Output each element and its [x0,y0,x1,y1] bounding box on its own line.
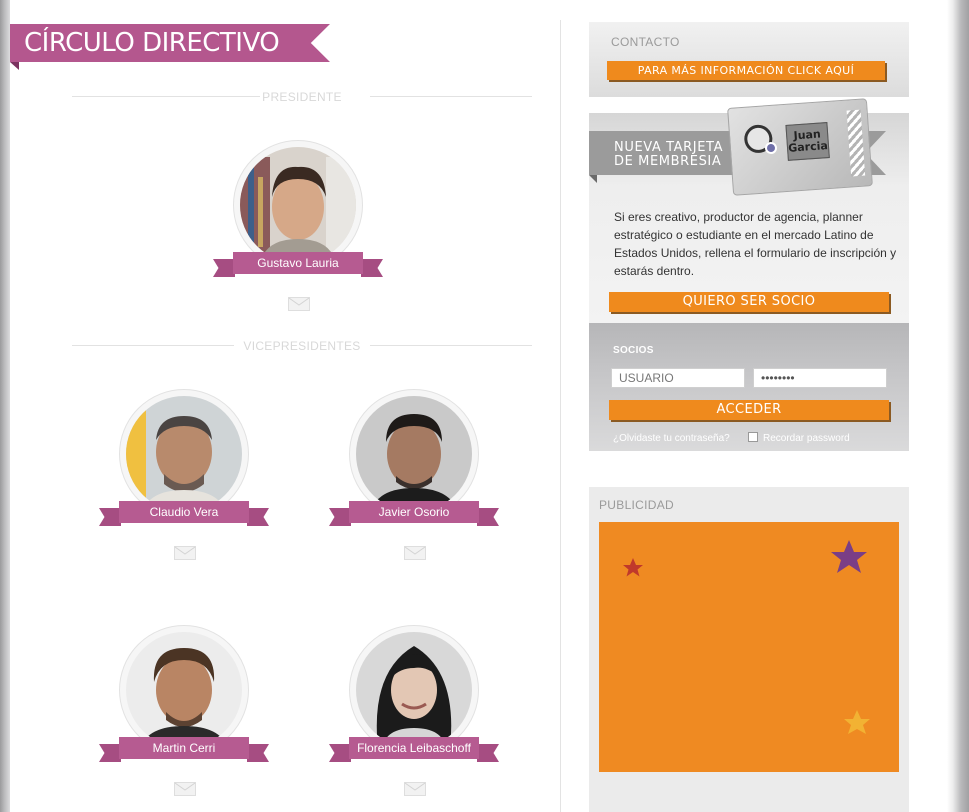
join-button[interactable]: QUIERO SER SOCIO [609,292,889,312]
window-frame-right [947,0,969,812]
name-ribbon: Claudio Vera [99,501,269,526]
person-card-president: Gustavo Lauria [213,140,383,280]
envelope-icon[interactable] [404,546,426,560]
card-logo-dot [764,141,778,155]
banner-line-1: NUEVA TARJETA [614,140,724,155]
avatar-frame [119,625,249,755]
avatar-frame [233,140,363,270]
envelope-icon[interactable] [404,782,426,796]
avatar-photo[interactable] [356,632,472,748]
login-submit-button[interactable]: ACCEDER [609,400,889,420]
person-name[interactable]: Gustavo Lauria [233,252,363,274]
login-label: SOCIOS [613,345,654,356]
membership-description: Si eres creativo, productor de agencia, … [614,210,897,278]
membership-banner-fold [589,175,597,183]
ribbon-tail-left [329,508,351,526]
ribbon-tail-right [477,508,499,526]
name-ribbon: Martin Cerri [99,737,269,762]
star-icon [831,540,867,573]
card-name-last: Garcia [787,139,829,155]
star-icon [623,558,643,577]
membership-banner-text: NUEVA TARJETA DE MEMBRESIA [614,141,723,169]
advertising-box: PUBLICIDAD [589,487,909,812]
name-ribbon: Florencia Leibaschoff [329,737,499,762]
remember-checkbox[interactable] [748,432,758,442]
username-field[interactable]: USUARIO [611,368,745,388]
envelope-icon[interactable] [174,546,196,560]
avatar-photo[interactable] [356,396,472,512]
section-label-president: PRESIDENTE [262,90,342,104]
more-info-button[interactable]: PARA MÁS INFORMACIÓN CLICK AQUÍ [607,61,885,80]
avatar-photo[interactable] [126,632,242,748]
advertising-label: PUBLICIDAD [599,498,675,512]
ribbon-tail-left [99,508,121,526]
person-name[interactable]: Martin Cerri [119,737,249,759]
window-frame-left [0,0,10,812]
ribbon-tail-right [477,744,499,762]
ribbon-tail-left [99,744,121,762]
remember-label: Recordar password [763,433,850,444]
password-field[interactable]: •••••••• [753,368,887,388]
contact-label: CONTACTO [611,35,680,49]
avatar-photo[interactable] [240,147,356,263]
ribbon-tail-right [247,508,269,526]
column-divider [560,20,561,812]
card-stripes [846,109,866,177]
ribbon-tail-right [247,744,269,762]
remember-password[interactable]: Recordar password [748,432,850,444]
card-name: Juan Garcia [785,122,830,161]
envelope-icon[interactable] [174,782,196,796]
membership-box: NUEVA TARJETA DE MEMBRESIA Juan Garcia S… [589,98,909,451]
title-ribbon-fold [10,62,19,70]
section-label-vicepresidents: VICEPRESIDENTES [243,339,361,353]
page-title-banner: CÍRCULO DIRECTIVO [10,24,330,70]
advertising-banner[interactable] [599,522,899,772]
person-card-vp: Claudio Vera [99,389,269,529]
avatar-photo[interactable] [126,396,242,512]
avatar-frame [349,389,479,519]
envelope-icon[interactable] [288,297,310,311]
person-name[interactable]: Javier Osorio [349,501,479,523]
person-name[interactable]: Claudio Vera [119,501,249,523]
name-ribbon: Gustavo Lauria [213,252,383,277]
name-ribbon: Javier Osorio [329,501,499,526]
ribbon-tail-right [361,259,383,277]
person-card-vp: Florencia Leibaschoff [329,625,499,765]
ribbon-tail-left [213,259,235,277]
membership-card-image: Juan Garcia [727,98,873,196]
page-title: CÍRCULO DIRECTIVO [24,28,280,58]
person-card-vp: Martin Cerri [99,625,269,765]
avatar-frame [349,625,479,755]
section-header-vicepresidents: VICEPRESIDENTES [72,339,532,353]
contact-box: CONTACTO PARA MÁS INFORMACIÓN CLICK AQUÍ [589,22,909,97]
ribbon-tail-left [329,744,351,762]
banner-line-2: DE MEMBRESIA [614,154,722,169]
person-name[interactable]: Florencia Leibaschoff [349,737,479,759]
section-header-president: PRESIDENTE [72,90,532,104]
avatar-frame [119,389,249,519]
forgot-password-link[interactable]: ¿Olvidaste tu contraseña? [613,433,730,444]
person-card-vp: Javier Osorio [329,389,499,529]
star-icon [844,710,870,734]
